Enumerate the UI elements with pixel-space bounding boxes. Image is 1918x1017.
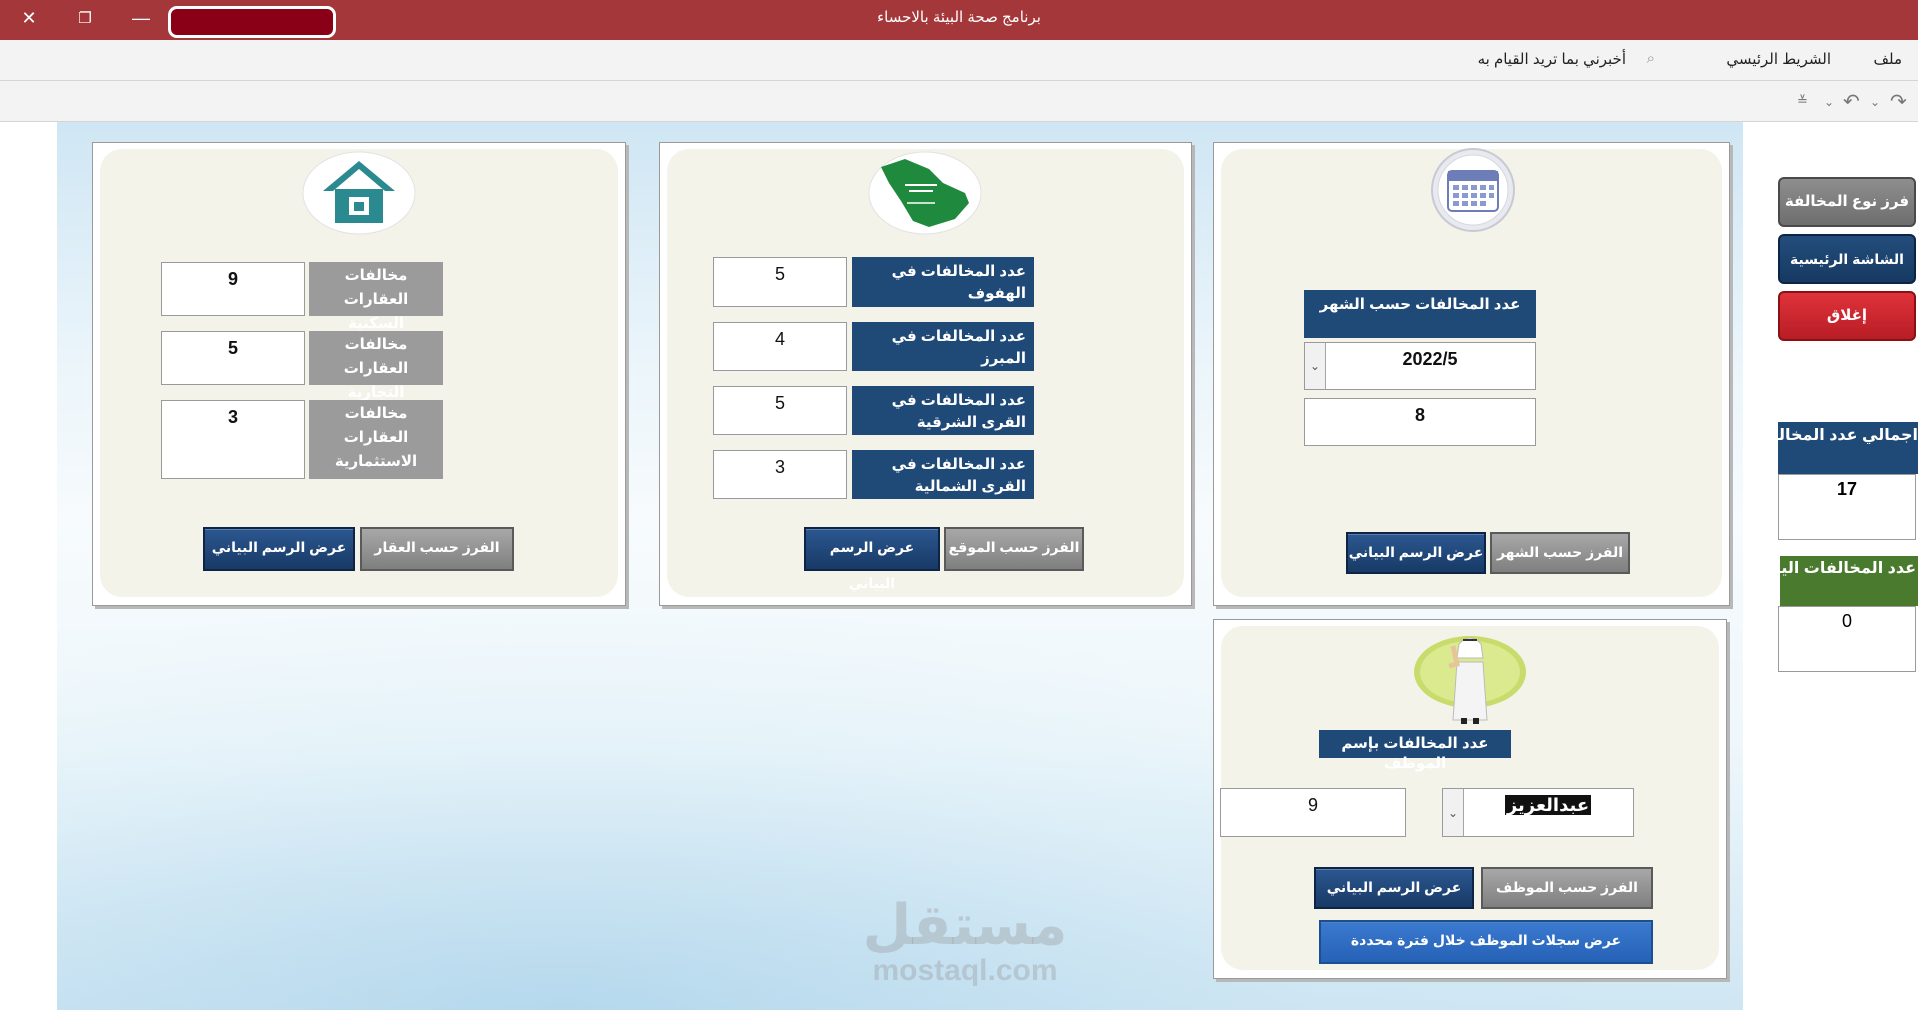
tab-home[interactable]: الشريط الرئيسي: [1726, 50, 1831, 68]
sort-by-month-button[interactable]: الفرز حسب الشهر: [1490, 532, 1630, 574]
window-title: برنامج صحة البيئة بالاحساء: [877, 9, 1041, 26]
month-chart-button[interactable]: عرض الرسم البياني: [1346, 532, 1486, 574]
investment-label: مخالفات العقارات الاستثمارية: [309, 400, 443, 479]
watermark: مستقل mostaql.com: [830, 895, 1100, 987]
month-panel: عدد المخالفات حسب الشهر 2022/5 ⌄ 8 الفرز…: [1213, 142, 1730, 606]
ribbon-tabs: ملف الشريط الرئيسي ⌕ أخبرني بما تريد الق…: [0, 40, 1918, 81]
chevron-down-icon[interactable]: ⌄: [1443, 789, 1464, 836]
sort-by-property-button[interactable]: الفرز حسب العقار: [360, 527, 514, 571]
redo-icon[interactable]: ↷: [1890, 89, 1907, 114]
employee-count-value[interactable]: 9: [1220, 788, 1406, 837]
total-violations-label: اجمالي عدد المخالفات: [1778, 422, 1918, 474]
employee-avatar-icon: [1414, 636, 1526, 724]
chevron-down-icon[interactable]: ⌄: [1870, 95, 1880, 109]
employee-select[interactable]: عبدالعزيز: [1442, 788, 1634, 837]
eastern-villages-value[interactable]: 5: [713, 386, 847, 435]
today-violations-value[interactable]: 0: [1778, 606, 1916, 672]
eastern-villages-label: عدد المخالفات في القرى الشرقية: [852, 386, 1034, 435]
tab-file[interactable]: ملف: [1873, 50, 1902, 68]
hofuf-label: عدد المخالفات في الهفوف: [852, 257, 1034, 307]
month-header: عدد المخالفات حسب الشهر: [1304, 290, 1536, 338]
month-count-value[interactable]: 8: [1304, 398, 1536, 446]
undo-icon[interactable]: ↶: [1843, 89, 1860, 114]
employee-records-button[interactable]: عرض سجلات الموظف خلال فترة محددة: [1319, 920, 1653, 964]
sort-by-employee-button[interactable]: الفرز حسب الموظف: [1481, 867, 1653, 909]
employee-chart-button[interactable]: عرض الرسم البياني: [1314, 867, 1474, 909]
residential-label: مخالفات العقارات السكنية: [309, 262, 443, 332]
commercial-label: مخالفات العقارات التجارية: [309, 331, 443, 401]
location-chart-button[interactable]: عرض الرسم البياني: [804, 527, 940, 591]
customize-toolbar-icon[interactable]: ≚: [1797, 93, 1808, 109]
sort-violation-type-button[interactable]: فرز نوع المخالفة: [1778, 177, 1916, 227]
investment-value[interactable]: 3: [161, 400, 305, 479]
calendar-icon: [1431, 148, 1515, 232]
close-form-button[interactable]: إغلاق: [1778, 291, 1916, 341]
northern-villages-value[interactable]: 3: [713, 450, 847, 499]
residential-value[interactable]: 9: [161, 262, 305, 316]
month-select[interactable]: 2022/5: [1304, 342, 1536, 390]
quick-access-toolbar: ↷ ⌄ ↶ ⌄ ≚: [0, 81, 1918, 122]
northern-villages-label: عدد المخالفات في القرى الشمالية: [852, 450, 1034, 499]
employee-name: عبدالعزيز: [1504, 795, 1592, 815]
commercial-value[interactable]: 5: [161, 331, 305, 385]
watermark-arabic: مستقل: [862, 893, 1068, 956]
property-panel: 9 مخالفات العقارات السكنية 5 مخالفات الع…: [92, 142, 626, 606]
home-screen-button[interactable]: الشاشة الرئيسية: [1778, 234, 1916, 284]
watermark-latin: mostaql.com: [872, 954, 1058, 987]
chevron-down-icon[interactable]: ⌄: [1824, 95, 1834, 109]
house-icon: [302, 151, 416, 235]
mubarraz-label: عدد المخالفات في المبرز: [852, 322, 1034, 371]
today-violations-label: عدد المخالفات اليوم: [1780, 556, 1918, 606]
saudi-map-icon: [868, 151, 982, 235]
employee-panel: عدد المخالفات بإسم الموظف 9 عبدالعزيز ⌄ …: [1213, 619, 1727, 979]
title-bar: ✕ ❐ — برنامج صحة البيئة بالاحساء: [0, 0, 1918, 40]
chevron-down-icon[interactable]: ⌄: [1305, 343, 1326, 389]
hofuf-value[interactable]: 5: [713, 257, 847, 307]
total-violations-value[interactable]: 17: [1778, 474, 1916, 540]
employee-header: عدد المخالفات بإسم الموظف: [1319, 730, 1511, 772]
property-chart-button[interactable]: عرض الرسم البياني: [203, 527, 355, 571]
search-icon[interactable]: ⌕: [1647, 50, 1655, 67]
sort-by-location-button[interactable]: الفرز حسب الموقع: [944, 527, 1084, 571]
tell-me-box[interactable]: أخبرني بما تريد القيام به: [1478, 50, 1626, 68]
mubarraz-value[interactable]: 4: [713, 322, 847, 371]
location-panel: 5 عدد المخالفات في الهفوف 4 عدد المخالفا…: [659, 142, 1192, 606]
